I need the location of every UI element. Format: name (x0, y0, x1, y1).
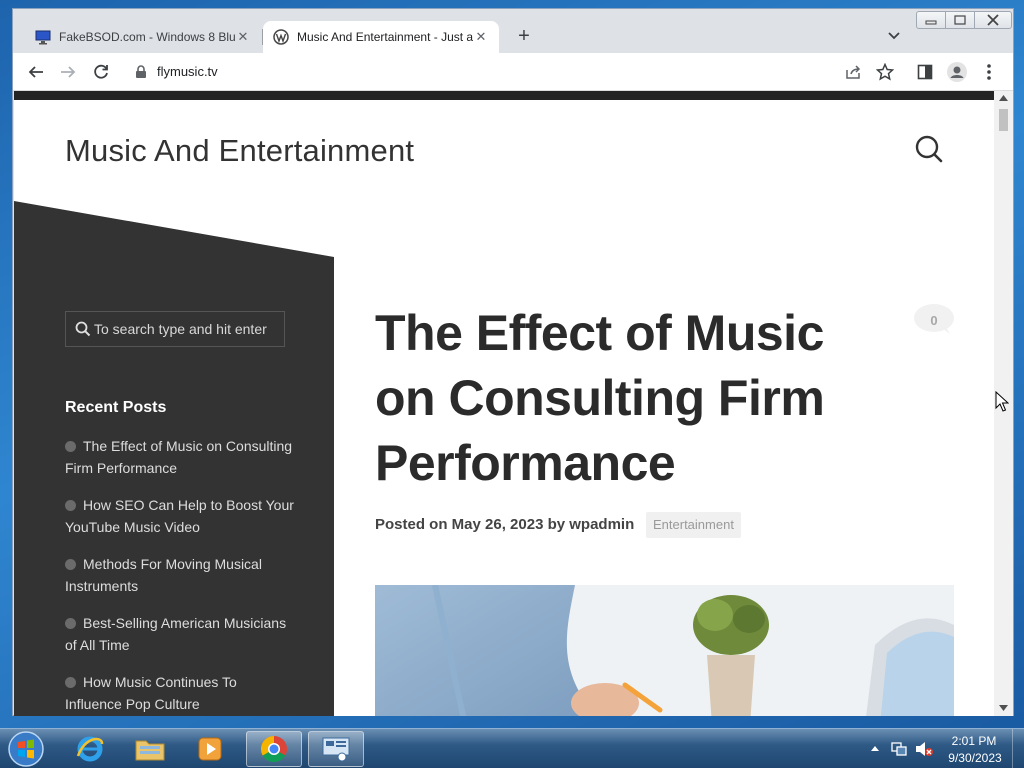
tab-title: Music And Entertainment - Just another (297, 30, 473, 44)
recent-posts-heading: Recent Posts (65, 399, 167, 416)
start-button[interactable] (4, 730, 48, 768)
clock-date[interactable]: 9/30/2023 (944, 751, 1006, 765)
file-explorer-taskbar-icon[interactable] (122, 731, 178, 767)
search-icon[interactable] (914, 134, 944, 164)
tab-close-icon[interactable]: ✕ (473, 29, 489, 45)
share-icon[interactable] (843, 62, 863, 82)
tab-title: FakeBSOD.com - Windows 8 Blue Screen (59, 30, 235, 44)
window-restore-button[interactable] (945, 11, 975, 29)
url-text: flymusic.tv (157, 64, 218, 79)
sidebar-search-input[interactable]: To search type and hit enter (65, 311, 285, 347)
recent-post-link[interactable]: The Effect of Music on Consulting Firm P… (65, 435, 295, 479)
site-title[interactable]: Music And Entertainment (65, 133, 414, 169)
recent-post-link[interactable]: Best-Selling American Musicians of All T… (65, 612, 295, 656)
show-desktop-button[interactable] (1012, 729, 1024, 768)
media-player-taskbar-icon[interactable] (182, 731, 238, 767)
chrome-window: FakeBSOD.com - Windows 8 Blue Screen ✕ M… (12, 8, 1014, 716)
bullet-icon (65, 618, 76, 629)
taskbar: 2:01 PM 9/30/2023 (0, 728, 1024, 768)
bookmark-star-icon[interactable] (875, 62, 895, 82)
address-bar[interactable]: flymusic.tv (123, 57, 893, 87)
bullet-icon (65, 500, 76, 511)
bullet-icon (65, 677, 76, 688)
scroll-up-icon[interactable] (999, 95, 1008, 101)
post-title[interactable]: The Effect of Music on Consulting Firm P… (375, 301, 895, 496)
scroll-down-icon[interactable] (999, 705, 1008, 711)
tab-close-icon[interactable]: ✕ (235, 29, 251, 45)
recent-post-link[interactable]: How Music Continues To Influence Pop Cul… (65, 671, 295, 715)
back-arrow-icon[interactable] (26, 62, 46, 82)
reload-icon[interactable] (91, 62, 111, 82)
monitor-favicon-icon (35, 29, 51, 45)
comment-count[interactable]: 0 (914, 313, 954, 328)
recent-post-link[interactable]: Methods For Moving Musical Instruments (65, 553, 295, 597)
category-tag[interactable]: Entertainment (646, 512, 741, 538)
chrome-taskbar-icon[interactable] (246, 731, 302, 767)
tab-search-chevron-icon[interactable] (885, 26, 903, 44)
side-panel-icon[interactable] (915, 62, 935, 82)
lock-icon[interactable] (135, 65, 147, 84)
top-strip (14, 91, 994, 100)
new-tab-button[interactable]: + (513, 25, 535, 47)
browser-toolbar: flymusic.tv (13, 53, 1013, 91)
search-icon (75, 321, 91, 337)
bullet-icon (65, 559, 76, 570)
tab-music-entertainment[interactable]: Music And Entertainment - Just another ✕ (263, 21, 499, 53)
window-minimize-button[interactable] (916, 11, 946, 29)
tab-strip: FakeBSOD.com - Windows 8 Blue Screen ✕ M… (13, 9, 1013, 53)
post-meta: Posted on May 26, 2023 by wpadmin (375, 516, 635, 533)
scrollbar-thumb[interactable] (999, 109, 1008, 131)
clock-time[interactable]: 2:01 PM (950, 734, 998, 748)
bullet-icon (65, 441, 76, 452)
network-icon[interactable] (890, 740, 908, 758)
featured-image (375, 585, 954, 716)
tray-expand-icon[interactable] (870, 744, 880, 752)
tab-fakebsod[interactable]: FakeBSOD.com - Windows 8 Blue Screen ✕ (25, 21, 261, 53)
forward-arrow-icon[interactable] (58, 62, 78, 82)
profile-avatar-icon[interactable] (947, 62, 967, 82)
recent-posts-list: The Effect of Music on Consulting Firm P… (65, 435, 295, 716)
system-tray: 2:01 PM 9/30/2023 (862, 729, 1024, 768)
remote-desktop-taskbar-icon[interactable] (308, 731, 364, 767)
volume-muted-icon[interactable] (914, 740, 934, 758)
window-close-button[interactable] (974, 11, 1012, 29)
wordpress-favicon-icon (273, 29, 289, 45)
search-placeholder: To search type and hit enter (94, 321, 267, 337)
web-page: Music And Entertainment To search type a… (14, 91, 994, 716)
menu-kebab-icon[interactable] (979, 62, 999, 82)
internet-explorer-taskbar-icon[interactable] (62, 731, 118, 767)
mouse-cursor-icon (995, 391, 1009, 412)
recent-post-link[interactable]: How SEO Can Help to Boost Your YouTube M… (65, 494, 295, 538)
